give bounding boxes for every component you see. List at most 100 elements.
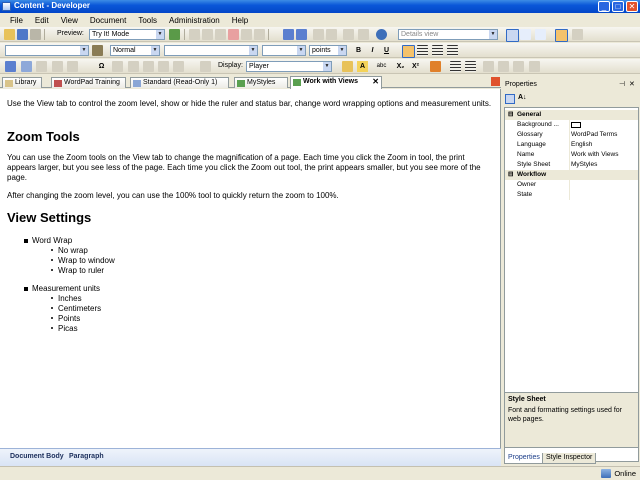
- eraser-icon[interactable]: [430, 61, 441, 72]
- link-icon[interactable]: [21, 61, 32, 72]
- superscript-button[interactable]: X²: [410, 61, 421, 72]
- property-row[interactable]: Glossary WordPad Terms: [505, 130, 638, 140]
- snippet-icon[interactable]: [143, 61, 154, 72]
- save-icon[interactable]: [17, 29, 28, 40]
- breadcrumb-paragraph[interactable]: Paragraph: [69, 453, 104, 460]
- property-row[interactable]: Language English: [505, 140, 638, 150]
- menu-help[interactable]: Help: [226, 16, 254, 25]
- subscript-button[interactable]: X₂: [395, 61, 406, 72]
- highlight-button[interactable]: A: [357, 61, 368, 72]
- font-size-select[interactable]: ▼: [262, 45, 306, 56]
- tab-wordpad-training[interactable]: WordPad Training: [51, 77, 126, 88]
- spell-check-button[interactable]: abc: [376, 61, 387, 72]
- layout-details-icon[interactable]: [506, 29, 519, 42]
- table-insert-icon[interactable]: [5, 61, 16, 72]
- category-general[interactable]: General ⊟: [505, 110, 638, 120]
- close-document-icon[interactable]: [491, 77, 500, 86]
- zoom-paragraph: You can use the Zoom tools on the View t…: [7, 153, 481, 182]
- property-row[interactable]: Background ...: [505, 120, 638, 130]
- style-select[interactable]: Normal ▼: [110, 45, 160, 56]
- property-row[interactable]: Name Work with Views: [505, 150, 638, 160]
- insert-icon[interactable]: [313, 29, 324, 40]
- font-select[interactable]: ▼: [5, 45, 89, 56]
- property-row[interactable]: Style Sheet MyStyles: [505, 160, 638, 170]
- bold-button[interactable]: B: [353, 45, 364, 56]
- go-icon[interactable]: [169, 29, 180, 40]
- tab-standard[interactable]: Standard (Read-Only 1): [130, 77, 229, 88]
- menu-edit[interactable]: Edit: [29, 16, 55, 25]
- pin-icon[interactable]: ⊣: [619, 80, 625, 88]
- categorized-icon[interactable]: [505, 94, 515, 104]
- tab-style-inspector[interactable]: Style Inspector: [542, 453, 597, 464]
- menu-tools[interactable]: Tools: [132, 16, 163, 25]
- close-button[interactable]: ✕: [626, 1, 638, 12]
- variable-icon[interactable]: [128, 61, 139, 72]
- sort-az-icon[interactable]: A↓: [518, 94, 527, 101]
- tab-properties[interactable]: Properties: [504, 453, 544, 464]
- menu-administration[interactable]: Administration: [163, 16, 226, 25]
- layout-split-icon[interactable]: [520, 29, 531, 40]
- list-icon[interactable]: [36, 61, 47, 72]
- menu-file[interactable]: File: [4, 16, 29, 25]
- tab-work-with-views[interactable]: Work with Views ✕: [290, 76, 382, 89]
- numbering-icon[interactable]: [465, 61, 476, 72]
- cut-icon[interactable]: [30, 29, 41, 40]
- move-icon[interactable]: [529, 61, 540, 72]
- property-row[interactable]: State: [505, 190, 638, 200]
- menu-view[interactable]: View: [55, 16, 84, 25]
- bullets-icon[interactable]: [450, 61, 461, 72]
- close-panel-icon[interactable]: ✕: [629, 80, 635, 88]
- font-family-select[interactable]: ▼: [164, 45, 258, 56]
- align-right-icon[interactable]: [432, 45, 443, 56]
- preview-mode-select[interactable]: Try It! Mode ▼: [89, 29, 165, 40]
- color-swatch[interactable]: [571, 122, 581, 128]
- format-painter-icon[interactable]: [92, 45, 103, 56]
- glossary-icon[interactable]: [158, 61, 169, 72]
- tab-mystyles[interactable]: MyStyles: [234, 77, 288, 88]
- minimize-button[interactable]: _: [598, 1, 610, 12]
- open-icon[interactable]: [4, 29, 15, 40]
- delete-icon[interactable]: [228, 29, 239, 40]
- italic-button[interactable]: I: [367, 45, 378, 56]
- cut-disabled-icon[interactable]: [189, 29, 200, 40]
- bookmark-icon[interactable]: [52, 61, 63, 72]
- tab-library[interactable]: Library: [2, 77, 42, 88]
- table-icon[interactable]: [326, 29, 337, 40]
- panel-icon[interactable]: [555, 29, 568, 42]
- document-tabs: Library WordPad Training Standard (Read-…: [0, 76, 501, 89]
- spell-icon[interactable]: [343, 29, 354, 40]
- index-icon[interactable]: [173, 61, 184, 72]
- breadcrumb-document-body[interactable]: Document Body: [10, 453, 64, 460]
- display-select[interactable]: Player ▼: [246, 61, 332, 72]
- paste-icon[interactable]: [215, 29, 226, 40]
- list-item: Picas: [58, 324, 78, 333]
- outdent-icon[interactable]: [483, 61, 494, 72]
- field-icon[interactable]: [112, 61, 123, 72]
- quote-icon[interactable]: [513, 61, 524, 72]
- document-editor[interactable]: Use the View tab to control the zoom lev…: [0, 89, 501, 448]
- menu-document[interactable]: Document: [84, 16, 132, 25]
- view-mode-select[interactable]: Details view ▼: [398, 29, 498, 40]
- help-icon[interactable]: [376, 29, 387, 40]
- special-char-button[interactable]: Ω: [96, 61, 107, 72]
- layout-columns-icon[interactable]: [535, 29, 546, 40]
- maximize-button[interactable]: □: [612, 1, 624, 12]
- category-workflow[interactable]: Workflow ⊟: [505, 170, 638, 180]
- tools-icon[interactable]: [358, 29, 369, 40]
- align-center-icon[interactable]: [417, 45, 428, 56]
- align-left-icon[interactable]: [402, 45, 415, 58]
- underline-button[interactable]: U: [381, 45, 392, 56]
- image-icon[interactable]: [67, 61, 78, 72]
- copy-icon[interactable]: [202, 29, 213, 40]
- property-row[interactable]: Owner: [505, 180, 638, 190]
- close-tab-icon[interactable]: ✕: [372, 77, 379, 87]
- undo-icon[interactable]: [283, 29, 294, 40]
- find-replace-icon[interactable]: [254, 29, 265, 40]
- redo-icon[interactable]: [296, 29, 307, 40]
- find-icon[interactable]: [241, 29, 252, 40]
- options-icon[interactable]: [572, 29, 583, 40]
- units-select[interactable]: points ▼: [309, 45, 347, 56]
- style-paint-icon[interactable]: [342, 61, 353, 72]
- indent-icon[interactable]: [498, 61, 509, 72]
- align-justify-icon[interactable]: [447, 45, 458, 56]
